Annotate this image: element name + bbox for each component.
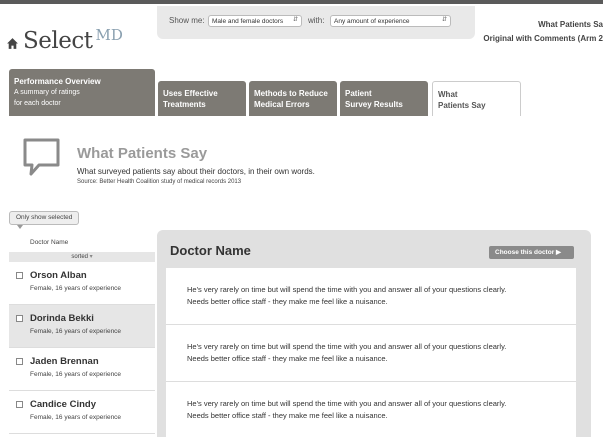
comment-line: Needs better office staff - they make me… <box>187 354 388 363</box>
comment-text: He's very rarely on time but will spend … <box>187 398 557 422</box>
home-icon <box>7 37 18 49</box>
with-label: with: <box>308 16 325 25</box>
list-item[interactable]: Jaden Brennan Female, 16 years of experi… <box>9 348 155 391</box>
tab-methods-reduce-errors[interactable]: Methods to Reduce Medical Errors <box>249 81 337 116</box>
top-right-info: What Patients Sa Original with Comments … <box>453 18 603 46</box>
tab-label: Patients Say <box>438 101 486 110</box>
sort-caret-icon: ▾ <box>89 254 93 260</box>
tab-sublabel: A summary of ratings <box>14 89 80 96</box>
chevron-updown-icon: ⇵ <box>292 17 298 23</box>
tab-label: Survey Results <box>345 100 403 109</box>
caret-down-icon <box>17 225 23 229</box>
page-description: What surveyed patients say about their d… <box>77 167 315 176</box>
comment-item: He's very rarely on time but will spend … <box>166 382 576 437</box>
filter-bar: Show me: Male and female doctors ⇵ with:… <box>157 6 475 39</box>
panel-doctor-name: Doctor Name <box>170 243 251 258</box>
experience-select[interactable]: Any amount of experience ⇵ <box>330 15 451 27</box>
tab-label: Uses Effective <box>163 89 218 98</box>
tab-uses-effective-treatments[interactable]: Uses Effective Treatments <box>158 81 246 116</box>
comment-item: He's very rarely on time but will spend … <box>166 325 576 382</box>
tab-label: Performance Overview <box>14 77 101 86</box>
doctor-meta: Female, 16 years of experience <box>30 328 122 335</box>
doctor-name: Orson Alban <box>30 270 87 281</box>
tab-label: Treatments <box>163 100 206 109</box>
doctor-meta: Female, 16 years of experience <box>30 414 122 421</box>
tab-label: What <box>438 90 458 99</box>
tab-patient-survey-results[interactable]: Patient Survey Results <box>340 81 428 116</box>
comment-line: He's very rarely on time but will spend … <box>187 285 507 294</box>
comments-panel: Doctor Name Choose this doctor ▶ He's ve… <box>157 230 591 437</box>
sort-header[interactable]: sorted ▾ <box>9 252 155 262</box>
only-show-selected-button[interactable]: Only show selected <box>9 211 80 225</box>
list-item[interactable]: Candice Cindy Female, 16 years of experi… <box>9 391 155 434</box>
comment-line: He's very rarely on time but will spend … <box>187 399 507 408</box>
list-item[interactable]: Orson Alban Female, 16 years of experien… <box>9 262 155 305</box>
page-title: What Patients Say <box>77 145 208 162</box>
comment-line: He's very rarely on time but will spend … <box>187 342 507 351</box>
top-right-line2: Original with Comments (Arm 2 <box>483 34 603 43</box>
tab-label: Medical Errors <box>254 100 310 109</box>
sorted-label: sorted <box>71 254 88 260</box>
brand-name: Select <box>23 28 93 54</box>
comment-text: He's very rarely on time but will spend … <box>187 341 557 365</box>
comment-line: Needs better office staff - they make me… <box>187 411 388 420</box>
select-checkbox[interactable] <box>16 401 23 408</box>
top-bar <box>0 0 603 4</box>
doctor-name: Candice Cindy <box>30 399 96 410</box>
select-checkbox[interactable] <box>16 272 23 279</box>
brand-suffix: MD <box>95 26 123 44</box>
comment-item: He's very rarely on time but will spend … <box>166 268 576 325</box>
doctor-meta: Female, 16 years of experience <box>30 285 122 292</box>
gender-select[interactable]: Male and female doctors ⇵ <box>208 15 302 27</box>
choose-doctor-button[interactable]: Choose this doctor ▶ <box>489 246 574 259</box>
doctor-name: Jaden Brennan <box>30 356 99 367</box>
experience-select-value: Any amount of experience <box>334 18 410 25</box>
comment-line: Needs better office staff - they make me… <box>187 297 388 306</box>
tab-sublabel: for each doctor <box>14 100 61 107</box>
tab-label: Methods to Reduce <box>254 89 328 98</box>
page-source: Source: Better Health Coalition study of… <box>77 179 242 185</box>
speech-bubble-icon <box>23 138 60 176</box>
tab-performance-overview[interactable]: Performance Overview A summary of rating… <box>9 69 155 116</box>
doctor-name: Dorinda Bekki <box>30 313 94 324</box>
doctor-meta: Female, 16 years of experience <box>30 371 122 378</box>
select-checkbox[interactable] <box>16 315 23 322</box>
comment-text: He's very rarely on time but will spend … <box>187 284 557 308</box>
tab-label: Patient <box>345 89 372 98</box>
gender-select-value: Male and female doctors <box>212 18 284 25</box>
tab-what-patients-say[interactable]: What Patients Say <box>432 81 521 116</box>
top-right-line1: What Patients Sa <box>538 20 603 29</box>
tab-bar: Performance Overview A summary of rating… <box>9 69 603 116</box>
comment-list: He's very rarely on time but will spend … <box>166 268 576 437</box>
brand-logo[interactable]: Select MD <box>6 26 123 54</box>
show-me-label: Show me: <box>169 16 205 25</box>
select-checkbox[interactable] <box>16 358 23 365</box>
list-item[interactable]: Dorinda Bekki Female, 16 years of experi… <box>9 305 155 348</box>
doctor-name-column-header: Doctor Name <box>30 239 69 246</box>
chevron-updown-icon: ⇵ <box>441 17 447 23</box>
doctor-list: Orson Alban Female, 16 years of experien… <box>9 262 155 434</box>
